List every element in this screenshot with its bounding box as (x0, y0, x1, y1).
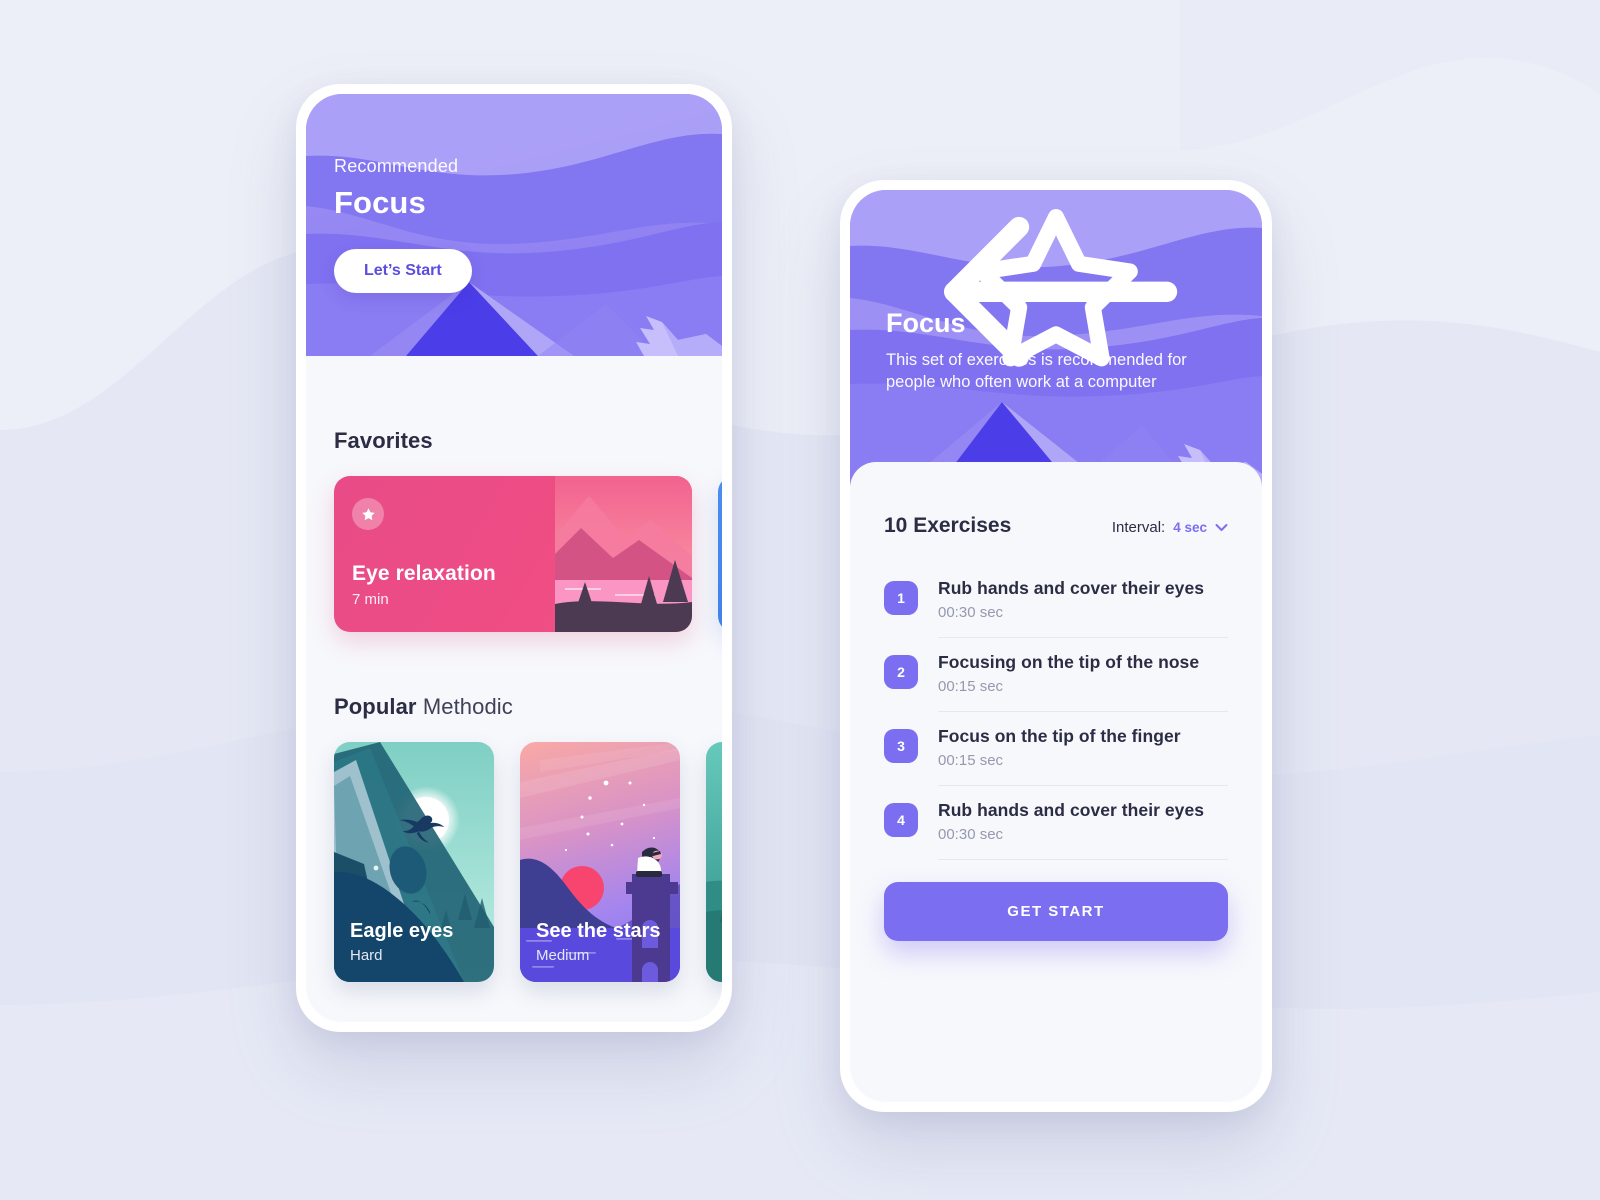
exercise-name: Focusing on the tip of the nose (938, 652, 1200, 672)
exercise-list: 1 Rub hands and cover their eyes 00:30 s… (884, 564, 1228, 860)
exercise-row[interactable]: 4 Rub hands and cover their eyes 00:30 s… (884, 786, 1228, 843)
favorite-card-next[interactable] (718, 476, 722, 632)
interval-selector[interactable]: Interval: 4 sec (1112, 519, 1228, 536)
favorites-title: Favorites (334, 428, 433, 453)
phone-home: Recommended Focus Let’s Start Favorites (296, 84, 732, 1032)
favorite-card[interactable]: Eye relaxation 7 min (334, 476, 692, 632)
home-content: Favorites Eye relaxation 7 min Popular M… (306, 428, 722, 1022)
favorite-card-name: Eye relaxation (352, 562, 496, 585)
favorite-card-duration: 7 min (352, 591, 389, 608)
exercise-duration: 00:30 sec (938, 826, 1004, 843)
popular-title-bold: Popular (334, 694, 417, 719)
chevron-down-icon[interactable] (1215, 523, 1228, 532)
eye-relaxation-art (555, 476, 692, 632)
methodic-card[interactable]: Eagle eyes Hard (334, 742, 494, 982)
exercise-row[interactable]: 3 Focus on the tip of the finger 00:15 s… (884, 712, 1228, 769)
methodic-card-difficulty: Hard (350, 947, 383, 964)
exercise-row[interactable]: 2 Focusing on the tip of the nose 00:15 … (884, 638, 1228, 695)
exercise-duration: 00:15 sec (938, 752, 1004, 769)
exercise-number: 1 (884, 581, 918, 615)
methodic-card-name: See the stars (536, 920, 661, 942)
exercise-number: 3 (884, 729, 918, 763)
get-start-button[interactable]: GET START (884, 882, 1228, 941)
exercise-number: 4 (884, 803, 918, 837)
methodic-card-difficulty: Medium (536, 947, 590, 964)
exercise-count: 10 Exercises (884, 514, 1012, 537)
detail-screen: Focus This set of exercises is recommend… (850, 190, 1262, 1102)
home-hero: Recommended Focus Let’s Start (306, 94, 722, 356)
popular-row[interactable]: Eagle eyes Hard See the stars Medium (334, 742, 722, 982)
teal-forest-art (706, 742, 722, 982)
exercises-sheet: 10 Exercises Interval: 4 sec 1 Rub hands… (850, 462, 1262, 1102)
exercise-name: Focus on the tip of the finger (938, 726, 1181, 746)
lets-start-button[interactable]: Let’s Start (334, 249, 472, 293)
star-badge-icon (352, 498, 384, 530)
exercise-duration: 00:30 sec (938, 604, 1004, 621)
exercise-duration: 00:15 sec (938, 678, 1004, 695)
methodic-card[interactable]: See the stars Medium (520, 742, 680, 982)
phone-detail: Focus This set of exercises is recommend… (840, 180, 1272, 1112)
exercise-number: 2 (884, 655, 918, 689)
detail-hero: Focus This set of exercises is recommend… (850, 190, 1262, 486)
hero-kicker: Recommended (334, 156, 459, 176)
exercise-name: Rub hands and cover their eyes (938, 578, 1205, 598)
interval-value: 4 sec (1173, 520, 1207, 535)
detail-description: This set of exercises is recommended for… (886, 351, 1187, 392)
methodic-card-name: Eagle eyes (350, 920, 454, 942)
exercises-header: 10 Exercises Interval: 4 sec (884, 514, 1228, 538)
popular-title: Popular Methodic (334, 694, 694, 720)
exercise-row[interactable]: 1 Rub hands and cover their eyes 00:30 s… (884, 564, 1228, 621)
favorites-row[interactable]: Eye relaxation 7 min (334, 476, 722, 632)
list-divider (938, 859, 1228, 860)
background-waves (0, 0, 1600, 1200)
methodic-card-next[interactable] (706, 742, 722, 982)
exercise-name: Rub hands and cover their eyes (938, 800, 1205, 820)
hero-title: Focus (334, 185, 426, 220)
interval-label: Interval: (1111, 519, 1166, 536)
popular-title-light: Methodic (422, 694, 513, 719)
home-screen: Recommended Focus Let’s Start Favorites (306, 94, 722, 1022)
